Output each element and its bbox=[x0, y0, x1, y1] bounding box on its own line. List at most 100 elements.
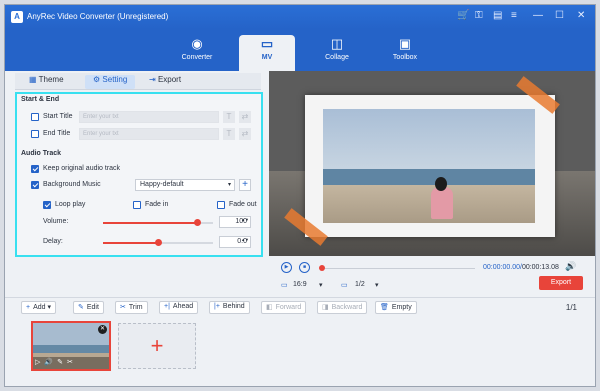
ahead-button[interactable]: +| Ahead bbox=[159, 301, 199, 314]
music-select[interactable]: Happy-default ▾ bbox=[135, 179, 235, 191]
add-music-button[interactable]: + bbox=[239, 179, 251, 191]
clip-actions[interactable]: ▷🔊✎✂ bbox=[33, 357, 109, 369]
start-end-header: Start & End bbox=[21, 96, 60, 103]
ahead-label: Ahead bbox=[172, 303, 194, 310]
delay-slider-fill bbox=[103, 242, 158, 244]
background-music-checkbox[interactable] bbox=[31, 181, 39, 189]
subtab-setting[interactable]: ⚙ Setting bbox=[85, 75, 136, 89]
stop-icon[interactable]: ■ bbox=[299, 262, 310, 273]
start-title-settings-button[interactable]: ⇄ bbox=[239, 111, 251, 123]
start-title-text-button[interactable]: T bbox=[223, 111, 235, 123]
plus-icon: + bbox=[26, 304, 31, 311]
volume-label: Volume: bbox=[43, 218, 69, 225]
forward-button[interactable]: ◧ Forward bbox=[261, 301, 307, 314]
chevron-down-icon: ▾ bbox=[47, 304, 52, 311]
toolbox-icon: ▣ bbox=[398, 36, 412, 51]
setting-icon: ⚙ bbox=[93, 75, 101, 84]
main-nav: ◉ Converter ▭ MV ◫ Collage ▣ Toolbox bbox=[5, 29, 595, 71]
mv-subtabs: ▦ Theme ⚙ Setting ⇥ Export bbox=[15, 73, 261, 90]
edit-icon: ✎ bbox=[78, 304, 84, 311]
delay-slider-handle[interactable] bbox=[155, 239, 162, 246]
start-title-input[interactable]: Enter your txt bbox=[79, 111, 219, 123]
trash-icon: 🗑 bbox=[380, 304, 389, 311]
fade-in-checkbox[interactable] bbox=[133, 201, 141, 209]
converter-icon: ◉ bbox=[191, 36, 203, 51]
tab-collage[interactable]: ◫ Collage bbox=[309, 35, 365, 71]
aspect-ratio-icon: ▭ bbox=[281, 282, 288, 289]
tab-label: Toolbox bbox=[392, 54, 418, 61]
edit-button[interactable]: ✎ Edit bbox=[73, 301, 104, 314]
delay-input[interactable]: 0.0 ▲▼ bbox=[219, 236, 251, 248]
subtab-label: Theme bbox=[38, 75, 64, 84]
tab-label: MV bbox=[261, 54, 273, 61]
tab-converter[interactable]: ◉ Converter bbox=[169, 35, 225, 71]
screen-value[interactable]: 1/2 bbox=[355, 281, 365, 288]
behind-button[interactable]: |+ Behind bbox=[209, 301, 250, 314]
scissors-icon: ✂ bbox=[120, 304, 126, 311]
volume-slider[interactable] bbox=[103, 219, 213, 226]
tab-toolbox[interactable]: ▣ Toolbox bbox=[377, 35, 433, 71]
volume-icon[interactable]: 🔊 bbox=[565, 261, 576, 272]
key-icon[interactable]: ⚿ bbox=[475, 10, 483, 21]
subtab-label: Export bbox=[157, 75, 182, 84]
fade-in-label: Fade in bbox=[145, 201, 169, 208]
delay-label: Delay: bbox=[43, 238, 63, 245]
forward-label: Forward bbox=[275, 304, 302, 311]
empty-button[interactable]: 🗑 Empty bbox=[375, 301, 417, 314]
video-preview bbox=[269, 71, 595, 256]
tab-mv[interactable]: ▭ MV bbox=[239, 35, 295, 71]
end-title-text-button[interactable]: T bbox=[223, 128, 235, 140]
aspect-ratio-value[interactable]: 16:9 bbox=[293, 281, 307, 288]
subtab-theme[interactable]: ▦ Theme bbox=[29, 75, 64, 89]
timeline-toolbar: + Add ▾ ✎ Edit ✂ Trim +| Ahead |+ Behind ◧ For… bbox=[5, 297, 595, 315]
keep-original-checkbox[interactable] bbox=[31, 165, 39, 173]
seek-bar[interactable] bbox=[325, 268, 475, 269]
background-music-label: Background Music bbox=[43, 181, 101, 188]
fade-out-label: Fade out bbox=[229, 201, 257, 208]
trim-button[interactable]: ✂ Trim bbox=[115, 301, 148, 314]
settings-panel: Start & End Start Title Enter your txt T… bbox=[15, 92, 263, 257]
start-title-checkbox[interactable] bbox=[31, 113, 39, 121]
app-logo: A bbox=[11, 11, 23, 23]
volume-slider-handle[interactable] bbox=[193, 219, 201, 226]
export-icon: ⇥ bbox=[149, 75, 156, 84]
add-button[interactable]: + Add ▾ bbox=[21, 301, 57, 314]
chevron-down-icon[interactable]: ▾ bbox=[319, 281, 323, 289]
volume-input[interactable]: 100 ▲▼ bbox=[219, 216, 251, 228]
forward-icon: ◧ bbox=[266, 304, 273, 311]
loop-play-checkbox[interactable] bbox=[43, 201, 51, 209]
minimize-button[interactable]: — bbox=[533, 10, 543, 21]
end-title-checkbox[interactable] bbox=[31, 130, 39, 138]
close-icon[interactable]: ✕ bbox=[98, 325, 107, 334]
close-button[interactable]: ✕ bbox=[577, 10, 585, 21]
fade-out-checkbox[interactable] bbox=[217, 201, 225, 209]
add-clip-slot[interactable]: + bbox=[118, 323, 196, 369]
edit-label: Edit bbox=[86, 304, 99, 311]
timeline-clip[interactable]: ▷🔊✎✂ ✕ bbox=[31, 321, 111, 371]
maximize-button[interactable]: ☐ bbox=[555, 10, 564, 21]
spinner-icon[interactable]: ▲▼ bbox=[241, 217, 249, 222]
loop-play-label: Loop play bbox=[55, 201, 86, 208]
spinner-icon[interactable]: ▲▼ bbox=[241, 237, 249, 242]
delay-slider[interactable] bbox=[103, 239, 213, 246]
export-button[interactable]: Export bbox=[539, 276, 583, 290]
time-display: 00:00:00.00/00:00:13.08 bbox=[483, 264, 559, 271]
photo-frame bbox=[305, 95, 555, 237]
chat-icon[interactable]: ▤ bbox=[493, 10, 502, 21]
backward-icon: ◨ bbox=[322, 304, 329, 311]
end-title-settings-button[interactable]: ⇄ bbox=[239, 128, 251, 140]
photo-person-head bbox=[435, 177, 447, 191]
menu-icon[interactable]: ≡ bbox=[511, 10, 517, 21]
collage-icon: ◫ bbox=[330, 36, 344, 51]
backward-button[interactable]: ◨ Backward bbox=[317, 301, 368, 314]
end-title-input[interactable]: Enter your txt bbox=[79, 128, 219, 140]
music-select-value: Happy-default bbox=[140, 181, 184, 188]
behind-label: Behind bbox=[222, 303, 245, 310]
empty-label: Empty bbox=[391, 304, 412, 311]
subtab-export[interactable]: ⇥ Export bbox=[149, 75, 181, 89]
play-icon[interactable]: ▶ bbox=[281, 262, 292, 273]
cart-icon[interactable]: 🛒 bbox=[457, 10, 469, 21]
chevron-down-icon[interactable]: ▾ bbox=[375, 281, 379, 289]
tab-label: Converter bbox=[181, 54, 213, 61]
page-indicator: 1/1 bbox=[565, 303, 577, 312]
